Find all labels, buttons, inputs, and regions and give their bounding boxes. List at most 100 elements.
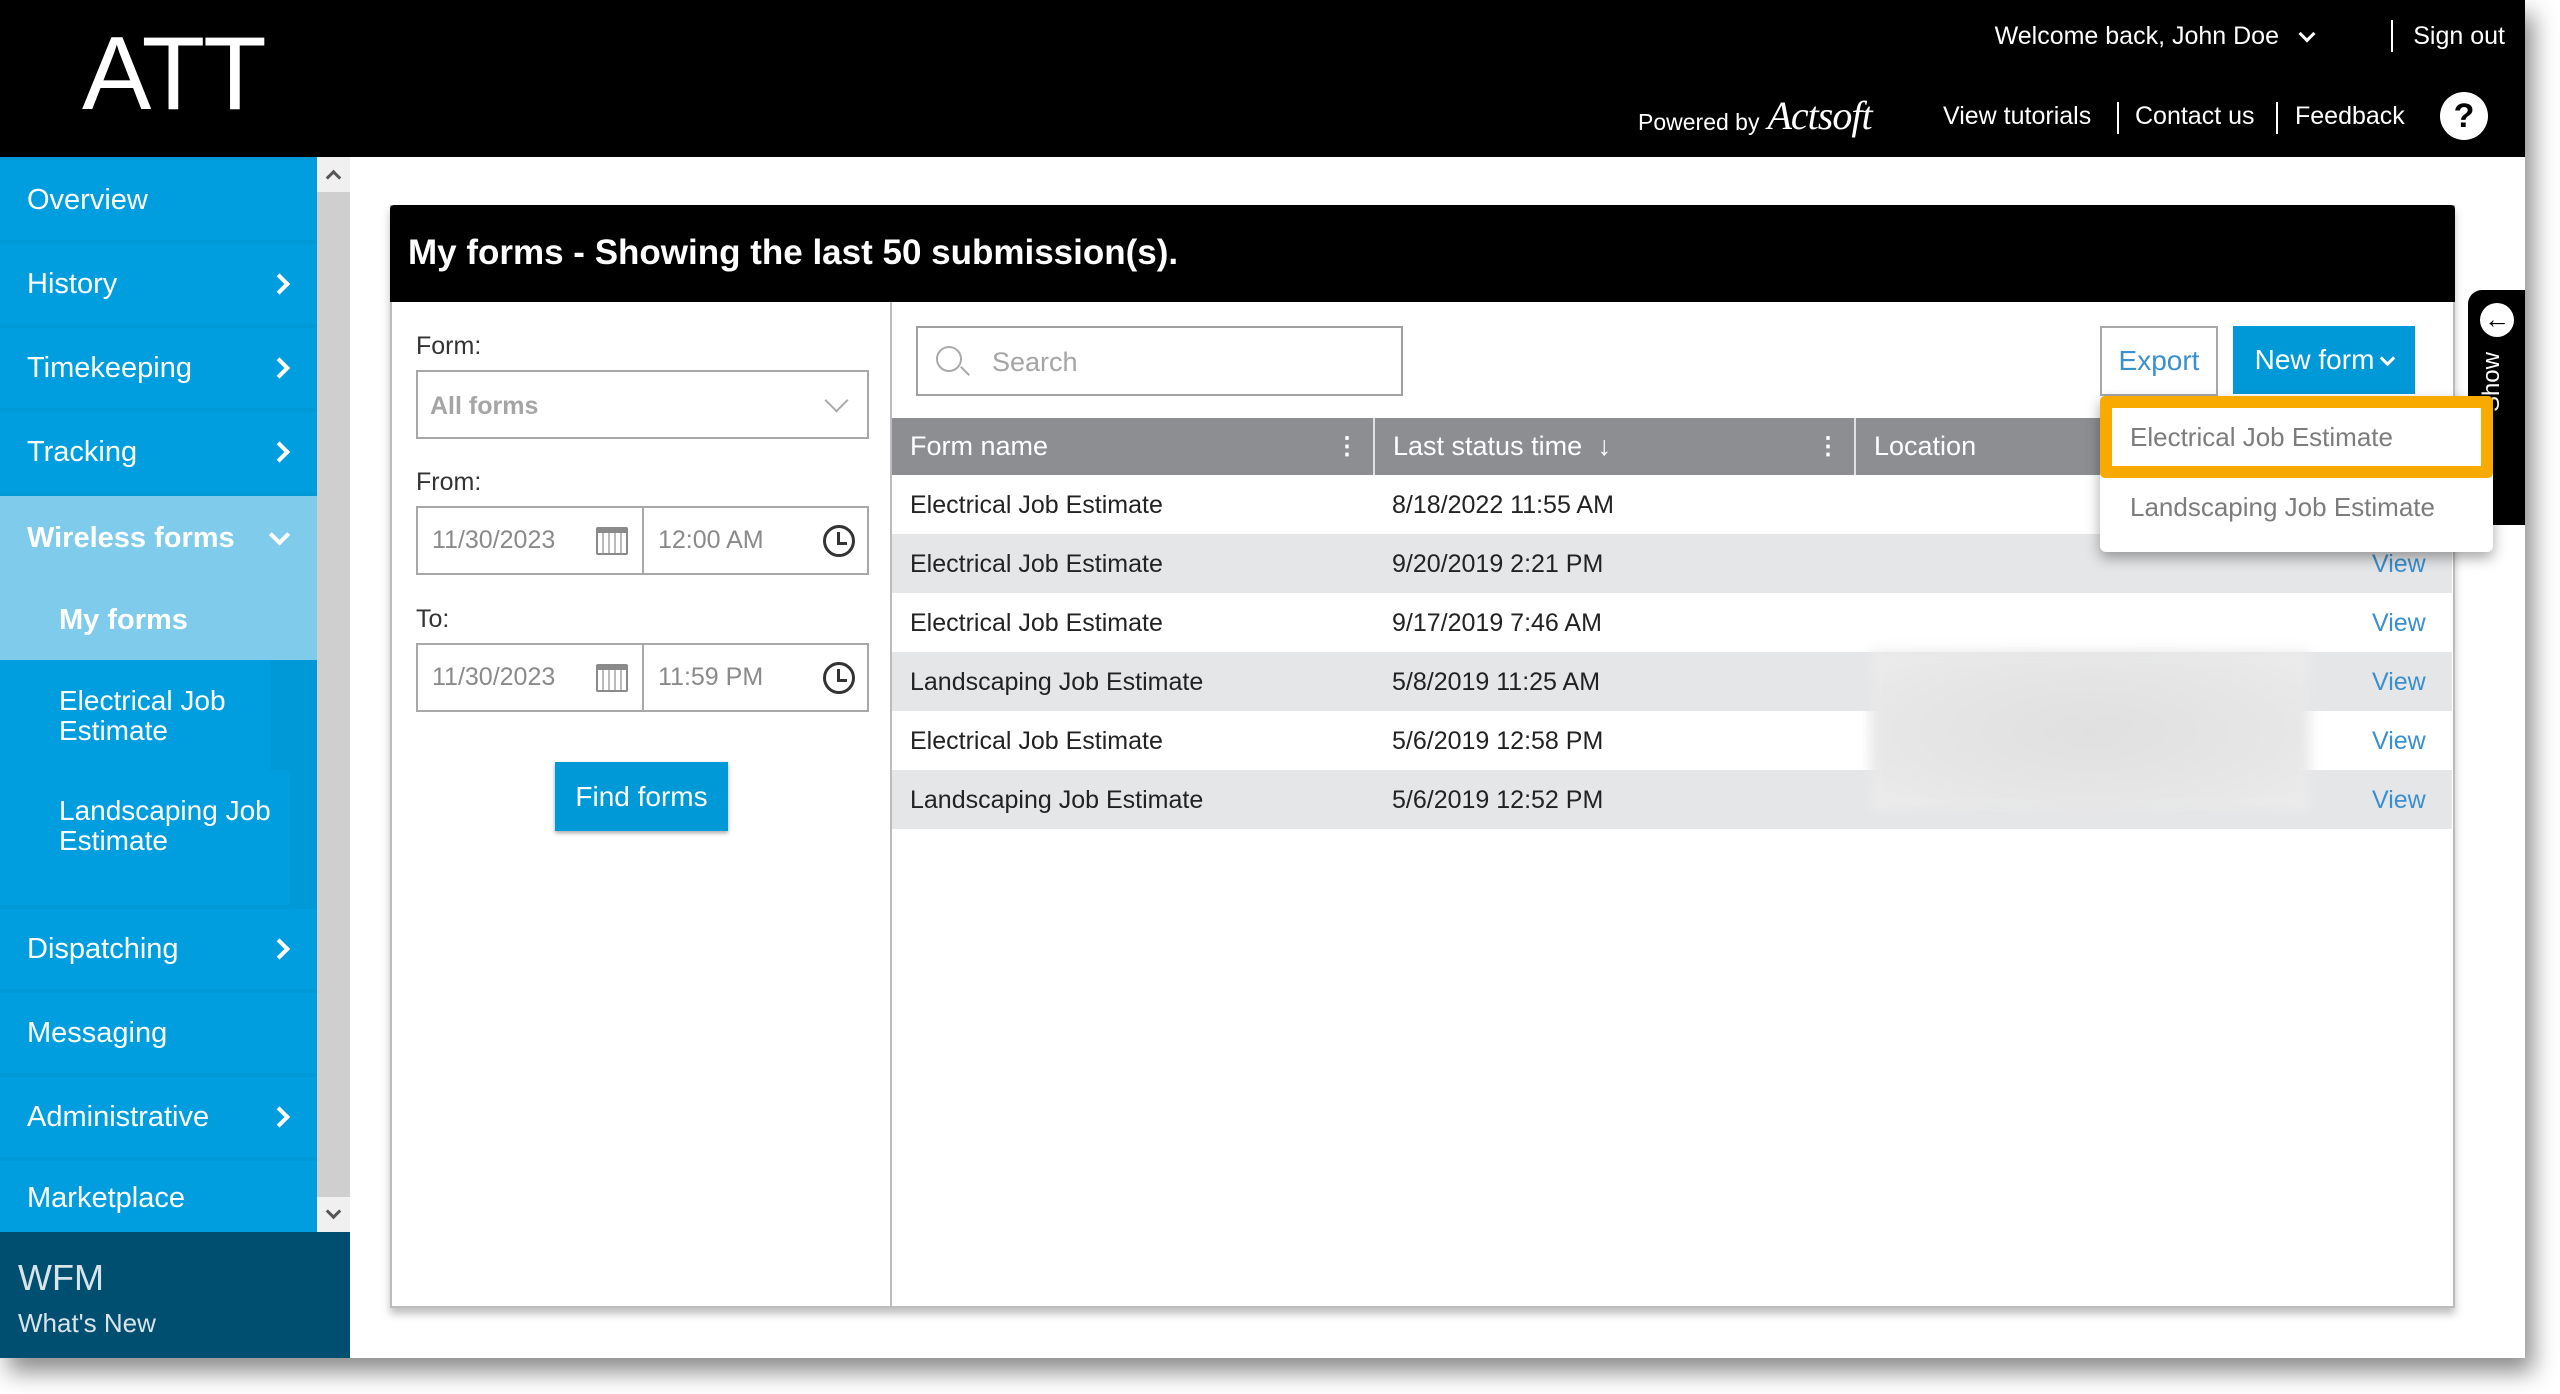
table-row[interactable]: Electrical Job Estimate 9/17/2019 7:46 A…: [892, 593, 2452, 652]
sign-out-link[interactable]: Sign out: [2413, 22, 2505, 51]
column-menu-icon[interactable]: ⋮: [1816, 432, 1840, 461]
sidebar-item-label: Landscaping Job Estimate: [59, 795, 271, 856]
form-select[interactable]: All forms: [416, 370, 869, 439]
form-select-value: All forms: [430, 392, 539, 420]
scroll-up-button[interactable]: [317, 157, 350, 192]
form-name-cell: Electrical Job Estimate: [910, 727, 1163, 755]
sidebar-item-label: My forms: [59, 603, 188, 636]
actsoft-logo: Actsoft: [1767, 93, 1872, 138]
status-time-cell: 5/8/2019 11:25 AM: [1392, 668, 1601, 696]
arrow-left-icon: ←: [2480, 303, 2514, 337]
view-link[interactable]: View: [2372, 609, 2426, 638]
search-placeholder: Search: [992, 347, 1078, 377]
welcome-text: Welcome back, John Doe: [1994, 22, 2279, 50]
calendar-icon[interactable]: [596, 527, 628, 555]
column-label: Last status time: [1393, 431, 1583, 461]
sidebar-item-label: History: [27, 267, 118, 300]
sidebar-scrollbar[interactable]: [317, 157, 350, 1232]
to-date-value: 11/30/2023: [432, 663, 556, 691]
column-menu-icon[interactable]: ⋮: [1335, 432, 1359, 461]
feedback-link[interactable]: Feedback: [2295, 102, 2405, 131]
from-time-input[interactable]: 12:00 AM: [642, 506, 869, 575]
card-title: My forms - Showing the last 50 submissio…: [390, 205, 2455, 302]
chevron-down-icon: [824, 388, 849, 413]
header-divider: [2117, 102, 2119, 134]
chevron-right-icon: [268, 938, 291, 960]
wfm-panel: WFM What's New: [0, 1232, 350, 1358]
calendar-icon[interactable]: [596, 664, 628, 692]
user-menu[interactable]: Welcome back, John Doe: [1994, 22, 2316, 51]
chevron-down-icon: [325, 1203, 342, 1220]
status-time-cell: 9/17/2019 7:46 AM: [1392, 609, 1602, 637]
sidebar-item-wireless-forms[interactable]: Wireless forms: [0, 496, 317, 580]
from-date-input[interactable]: 11/30/2023: [416, 506, 644, 575]
status-time-cell: 8/18/2022 11:55 AM: [1392, 491, 1614, 519]
chevron-down-icon: [2380, 350, 2396, 367]
header-divider: [2276, 102, 2278, 134]
view-link[interactable]: View: [2372, 727, 2426, 756]
sidebar-item-timekeeping[interactable]: Timekeeping: [0, 328, 317, 408]
sidebar-item-label: Administrative: [27, 1100, 210, 1133]
scroll-down-button[interactable]: [317, 1197, 350, 1232]
sidebar-subitem-electrical-job-estimate[interactable]: Electrical Job Estimate: [0, 660, 270, 770]
view-link[interactable]: View: [2372, 550, 2426, 579]
from-label: From:: [416, 468, 482, 496]
form-name-cell: Electrical Job Estimate: [910, 491, 1163, 519]
menu-item-landscaping-job-estimate[interactable]: Landscaping Job Estimate: [2100, 476, 2493, 538]
find-forms-button[interactable]: Find forms: [555, 762, 728, 831]
view-tutorials-link[interactable]: View tutorials: [1943, 102, 2091, 131]
menu-item-electrical-job-estimate[interactable]: Electrical Job Estimate: [2100, 396, 2493, 478]
status-time-cell: 5/6/2019 12:52 PM: [1392, 786, 1604, 814]
filter-panel: Form: All forms From: 11/30/2023 12:00 A…: [392, 302, 892, 1306]
app-window: ATT Welcome back, John Doe Sign out Powe…: [0, 0, 2525, 1358]
form-name-cell: Landscaping Job Estimate: [910, 786, 1204, 814]
sidebar-item-dispatching[interactable]: Dispatching: [0, 909, 317, 989]
form-label: Form:: [416, 332, 482, 360]
column-header-last-status-time[interactable]: Last status time ↓ ⋮: [1375, 418, 1856, 475]
sidebar-item-marketplace[interactable]: Marketplace: [0, 1161, 317, 1232]
clock-icon[interactable]: [823, 662, 855, 694]
column-header-form-name[interactable]: Form name ⋮: [892, 418, 1375, 475]
chevron-right-icon: [268, 273, 291, 295]
sidebar-item-messaging[interactable]: Messaging: [0, 993, 317, 1073]
sidebar-item-label: Tracking: [27, 435, 138, 468]
form-name-cell: Electrical Job Estimate: [910, 550, 1163, 578]
form-name-cell: Electrical Job Estimate: [910, 609, 1163, 637]
view-link[interactable]: View: [2372, 786, 2426, 815]
sidebar-nav: Overview History Timekeeping Tracking Wi…: [0, 157, 317, 1232]
my-forms-card: My forms - Showing the last 50 submissio…: [390, 205, 2455, 1308]
sidebar-subitem-landscaping-job-estimate[interactable]: Landscaping Job Estimate: [0, 770, 290, 905]
clock-icon[interactable]: [823, 525, 855, 557]
new-form-button[interactable]: New form: [2233, 326, 2415, 394]
sidebar-item-tracking[interactable]: Tracking: [0, 412, 317, 492]
sidebar-item-label: Overview: [27, 183, 148, 216]
search-input[interactable]: Search: [916, 326, 1403, 396]
chevron-down-icon: [2298, 25, 2316, 42]
to-label: To:: [416, 605, 450, 633]
chevron-right-icon: [268, 1106, 291, 1128]
view-link[interactable]: View: [2372, 668, 2426, 697]
help-icon[interactable]: ?: [2440, 92, 2488, 140]
chevron-up-icon: [325, 169, 342, 186]
sidebar-item-label: Marketplace: [27, 1182, 185, 1214]
new-form-dropdown: Electrical Job Estimate Landscaping Job …: [2100, 396, 2493, 552]
sidebar-item-overview[interactable]: Overview: [0, 160, 317, 240]
to-time-value: 11:59 PM: [658, 663, 764, 691]
from-date-value: 11/30/2023: [432, 526, 556, 554]
chevron-right-icon: [268, 357, 291, 379]
to-time-input[interactable]: 11:59 PM: [642, 643, 869, 712]
sidebar-subitem-my-forms[interactable]: My forms: [0, 580, 317, 660]
to-date-input[interactable]: 11/30/2023: [416, 643, 644, 712]
from-time-value: 12:00 AM: [658, 526, 764, 554]
whats-new-link[interactable]: What's New: [18, 1308, 350, 1339]
chevron-right-icon: [268, 441, 291, 463]
export-button[interactable]: Export: [2100, 326, 2218, 396]
contact-us-link[interactable]: Contact us: [2135, 102, 2255, 131]
sidebar-item-administrative[interactable]: Administrative: [0, 1077, 317, 1157]
sidebar-item-label: Dispatching: [27, 932, 179, 965]
sidebar-item-label: Messaging: [27, 1016, 168, 1049]
chevron-down-icon: [268, 524, 291, 546]
sidebar-item-history[interactable]: History: [0, 244, 317, 324]
sidebar-item-label: Wireless forms: [27, 521, 235, 554]
att-logo: ATT: [82, 16, 267, 132]
